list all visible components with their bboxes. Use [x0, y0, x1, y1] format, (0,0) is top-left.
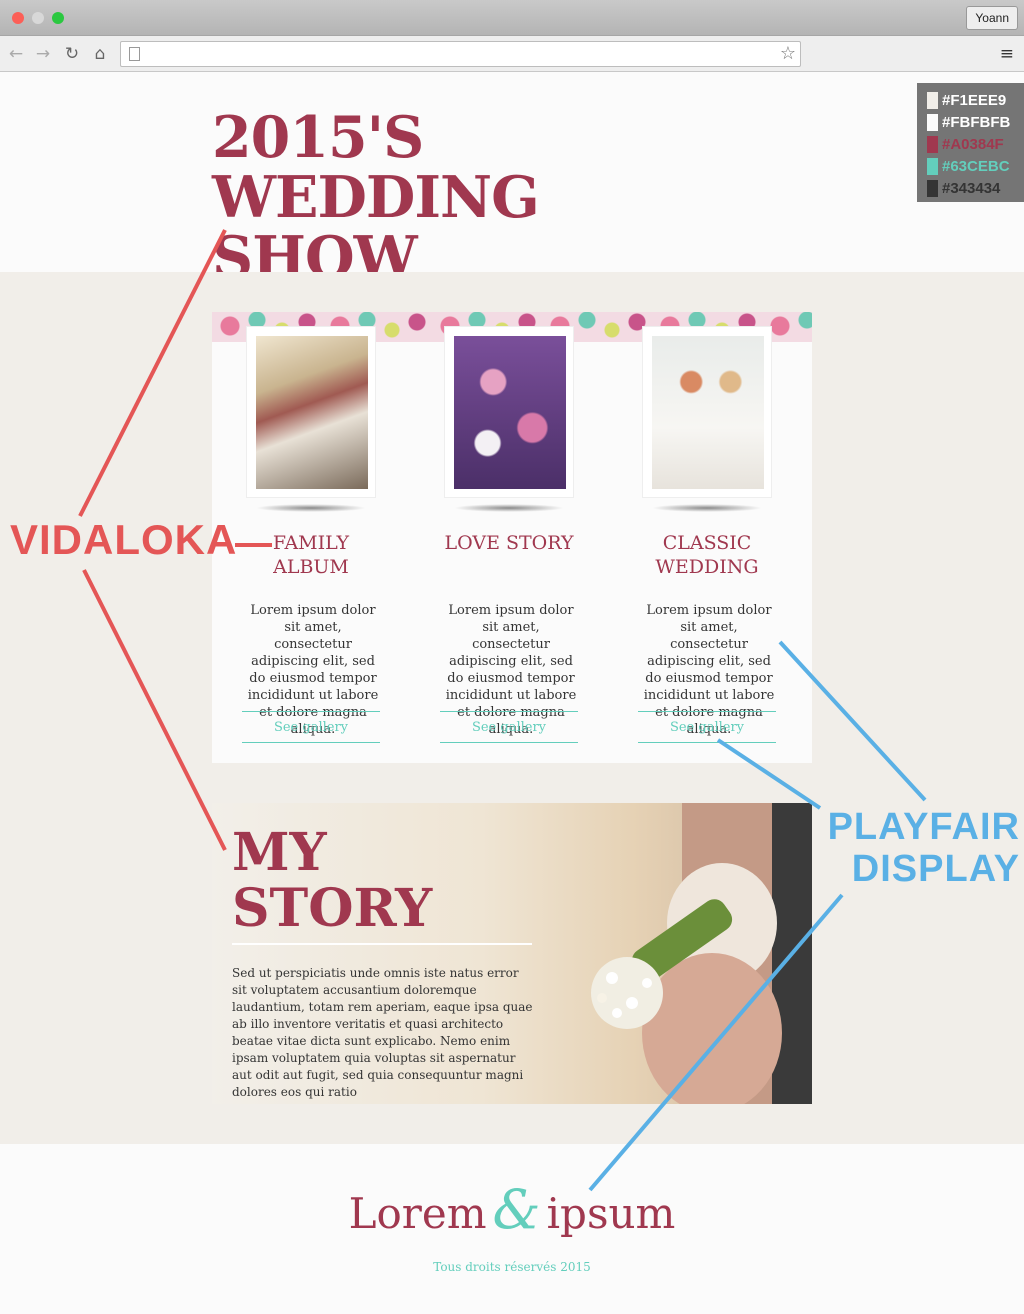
- body-font-annotation: PLAYFAIR DISPLAY: [828, 806, 1020, 890]
- annotation-lines: [78, 229, 927, 1192]
- body-font-line2: DISPLAY: [851, 848, 1020, 890]
- heading-font-annotation: VIDALOKA: [10, 516, 238, 563]
- body-font-line1: PLAYFAIR: [827, 806, 1020, 848]
